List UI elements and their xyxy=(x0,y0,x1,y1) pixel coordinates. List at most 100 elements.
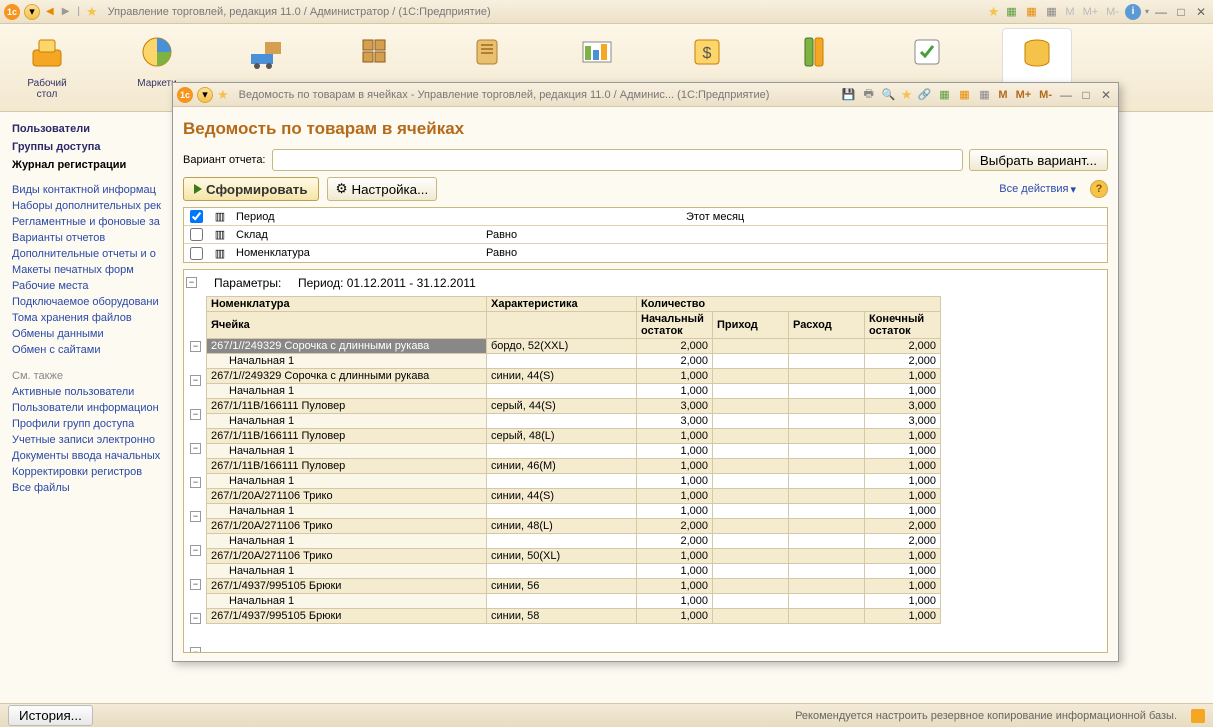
sidebar-item-users[interactable]: Пользователи xyxy=(4,120,176,138)
table-row[interactable]: Начальная 11,0001,000 xyxy=(207,504,941,519)
table-row[interactable]: 267/1/4937/995105 Брюкисинии, 561,0001,0… xyxy=(207,579,941,594)
table-row[interactable]: 267/1//249329 Сорочка с длинными рукавас… xyxy=(207,369,941,384)
sidebar-link[interactable]: Подключаемое оборудовани xyxy=(4,294,176,310)
sidebar-link[interactable]: Рабочие места xyxy=(4,278,176,294)
close-button[interactable]: ✕ xyxy=(1098,87,1114,103)
favorite-icon[interactable]: ★ xyxy=(217,87,229,103)
sidebar-link[interactable]: Корректировки регистров xyxy=(4,464,176,480)
filter-checkbox[interactable] xyxy=(190,247,203,260)
m-button[interactable]: M xyxy=(1063,6,1076,18)
save-icon[interactable]: 💾 xyxy=(841,87,857,103)
table-row[interactable]: Начальная 11,0001,000 xyxy=(207,444,941,459)
sidebar-link[interactable]: Профили групп доступа xyxy=(4,416,176,432)
expand-button[interactable]: − xyxy=(190,579,201,590)
expand-button[interactable]: − xyxy=(190,511,201,522)
expand-button[interactable]: − xyxy=(190,647,201,653)
table-row[interactable]: 267/1/11В/166111 Пуловерсинии, 46(М)1,00… xyxy=(207,459,941,474)
sidebar-link[interactable]: Виды контактной информац xyxy=(4,182,176,198)
sidebar-link[interactable]: Все файлы xyxy=(4,480,176,496)
filter-row[interactable]: ▥ПериодЭтот месяц xyxy=(184,208,1107,226)
table-row[interactable]: Начальная 11,0001,000 xyxy=(207,594,941,609)
sidebar-link[interactable]: Дополнительные отчеты и о xyxy=(4,246,176,262)
variant-input[interactable] xyxy=(272,149,963,171)
expand-button[interactable]: − xyxy=(190,409,201,420)
expand-button[interactable]: − xyxy=(190,443,201,454)
calc-icon[interactable]: ▦ xyxy=(956,87,972,103)
expand-button[interactable]: − xyxy=(190,375,201,386)
m-plus-button[interactable]: M+ xyxy=(1014,89,1034,101)
filter-row[interactable]: ▥СкладРавно xyxy=(184,226,1107,244)
table-icon[interactable]: ▦ xyxy=(936,87,952,103)
m-plus-button[interactable]: M+ xyxy=(1081,6,1101,18)
close-button[interactable]: ✕ xyxy=(1193,4,1209,20)
settings-button[interactable]: ⚙ Настройка... xyxy=(327,177,438,201)
table-row[interactable]: Начальная 13,0003,000 xyxy=(207,414,941,429)
sidebar-link[interactable]: Тома хранения файлов xyxy=(4,310,176,326)
table-row[interactable]: Начальная 11,0001,000 xyxy=(207,564,941,579)
info-dropdown-icon[interactable]: ▾ xyxy=(1145,7,1149,16)
nav-back-icon[interactable]: ◀ xyxy=(44,6,56,17)
toolbar-desktop[interactable]: Рабочий стол xyxy=(12,28,82,111)
sidebar-link[interactable]: Учетные записи электронно xyxy=(4,432,176,448)
favorite-icon-2[interactable]: ★ xyxy=(988,4,1000,20)
table-row[interactable]: 267/1/11В/166111 Пуловерсерый, 44(S)3,00… xyxy=(207,399,941,414)
m-button[interactable]: M xyxy=(996,89,1009,101)
table-row[interactable]: 267/1/20А/271106 Трикосинии, 44(S)1,0001… xyxy=(207,489,941,504)
sidebar-item-journal[interactable]: Журнал регистрации xyxy=(4,156,176,174)
filter-row[interactable]: ▥НоменклатураРавно xyxy=(184,244,1107,262)
dropdown-button[interactable]: ▾ xyxy=(197,87,213,103)
maximize-button[interactable]: □ xyxy=(1173,4,1189,20)
sidebar-link[interactable]: Пользователи информацион xyxy=(4,400,176,416)
favorite-icon[interactable]: ★ xyxy=(86,4,98,20)
params-value: Период: 01.12.2011 - 31.12.2011 xyxy=(298,276,476,290)
collapse-all-button[interactable]: − xyxy=(186,276,197,288)
info-icon[interactable]: i xyxy=(1125,4,1141,20)
sidebar-link[interactable]: Регламентные и фоновые за xyxy=(4,214,176,230)
generate-button[interactable]: Сформировать xyxy=(183,177,319,201)
sidebar-link[interactable]: Наборы дополнительных рек xyxy=(4,198,176,214)
dropdown-button[interactable]: ▾ xyxy=(24,4,40,20)
warning-icon[interactable] xyxy=(1191,709,1205,723)
choose-variant-button[interactable]: Выбрать вариант... xyxy=(969,149,1108,171)
minimize-button[interactable]: — xyxy=(1058,87,1074,103)
table-row[interactable]: 267/1/20А/271106 Трикосинии, 50(XL)1,000… xyxy=(207,549,941,564)
calc-icon[interactable]: ▦ xyxy=(1023,4,1039,20)
history-button[interactable]: История... xyxy=(8,705,93,726)
table-icon[interactable]: ▦ xyxy=(1003,4,1019,20)
print-icon[interactable]: 🖶 xyxy=(861,87,877,103)
calendar-icon[interactable]: ▦ xyxy=(976,87,992,103)
sidebar-link[interactable]: Обмен с сайтами xyxy=(4,342,176,358)
favorite-icon-2[interactable]: ★ xyxy=(901,87,913,103)
table-row[interactable]: 267/1/20А/271106 Трикосинии, 48(L)2,0002… xyxy=(207,519,941,534)
sidebar-link[interactable]: Макеты печатных форм xyxy=(4,262,176,278)
table-row[interactable]: 267/1/4937/995105 Брюкисинии, 581,0001,0… xyxy=(207,609,941,624)
sidebar-link[interactable]: Варианты отчетов xyxy=(4,230,176,246)
table-row[interactable]: Начальная 12,0002,000 xyxy=(207,354,941,369)
filter-checkbox[interactable] xyxy=(190,210,203,223)
table-row[interactable]: Начальная 11,0001,000 xyxy=(207,384,941,399)
expand-button[interactable]: − xyxy=(190,613,201,624)
all-actions-link[interactable]: Все действия ▾ xyxy=(999,183,1076,196)
expand-button[interactable]: − xyxy=(190,477,201,488)
table-row[interactable]: Начальная 12,0002,000 xyxy=(207,534,941,549)
table-row[interactable]: 267/1/11В/166111 Пуловерсерый, 48(L)1,00… xyxy=(207,429,941,444)
maximize-button[interactable]: □ xyxy=(1078,87,1094,103)
expand-button[interactable]: − xyxy=(190,341,201,352)
sidebar-link[interactable]: Активные пользователи xyxy=(4,384,176,400)
preview-icon[interactable]: 🔍 xyxy=(881,87,897,103)
table-row[interactable]: 267/1//249329 Сорочка с длинными рукаваб… xyxy=(207,339,941,354)
sidebar-item-groups[interactable]: Группы доступа xyxy=(4,138,176,156)
link-icon[interactable]: 🔗 xyxy=(916,87,932,103)
expand-button[interactable]: − xyxy=(190,545,201,556)
m-minus-button[interactable]: M- xyxy=(1037,89,1054,101)
minimize-button[interactable]: — xyxy=(1153,4,1169,20)
nav-forward-icon[interactable]: ▶ xyxy=(60,6,72,17)
calendar-icon[interactable]: ▦ xyxy=(1043,4,1059,20)
sidebar-link[interactable]: Обмены данными xyxy=(4,326,176,342)
filter-checkbox[interactable] xyxy=(190,228,203,241)
help-icon[interactable]: ? xyxy=(1090,180,1108,198)
m-minus-button[interactable]: M- xyxy=(1104,6,1121,18)
table-row[interactable]: Начальная 11,0001,000 xyxy=(207,474,941,489)
sidebar-link[interactable]: Документы ввода начальных xyxy=(4,448,176,464)
report-data-area[interactable]: − Параметры: Период: 01.12.2011 - 31.12.… xyxy=(183,269,1108,653)
